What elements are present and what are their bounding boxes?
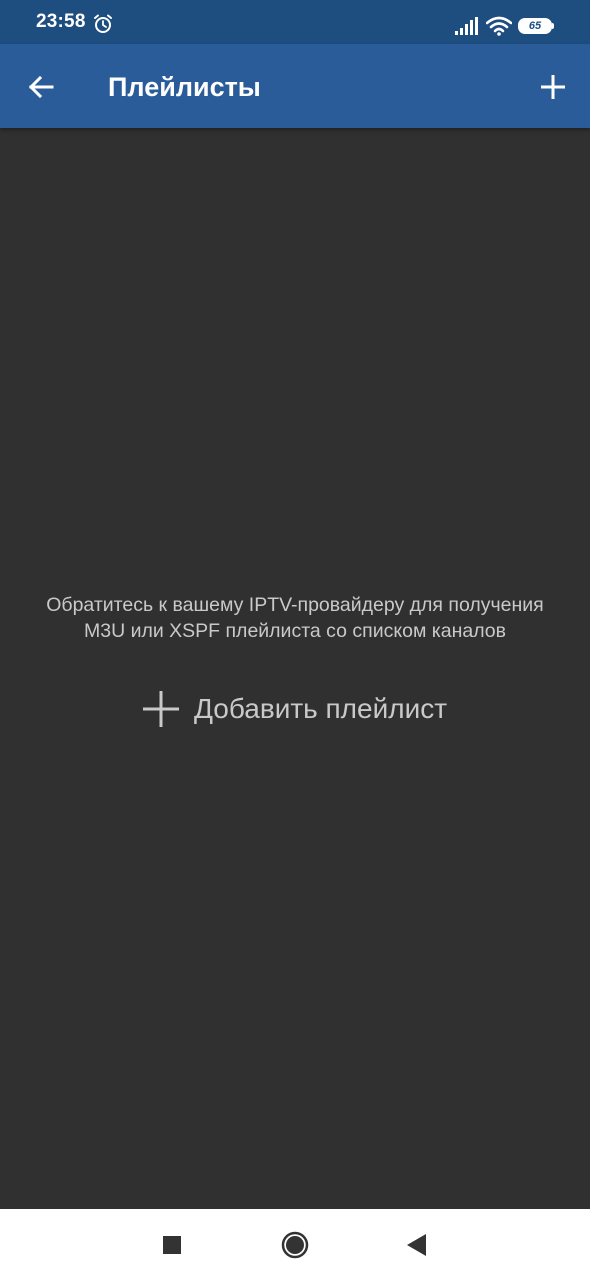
- empty-state-message: Обратитесь к вашему IPTV-провайдеру для …: [0, 592, 590, 644]
- app-bar: Плейлисты: [0, 44, 590, 128]
- status-bar: 23:58 65: [0, 0, 590, 44]
- system-nav-bar: [0, 1209, 590, 1280]
- add-playlist-toolbar-button[interactable]: [530, 64, 576, 110]
- status-time: 23:58: [36, 11, 86, 32]
- back-button[interactable]: [18, 64, 64, 110]
- plus-icon: [143, 691, 179, 727]
- page-title: Плейлисты: [108, 72, 261, 102]
- battery-icon: 65: [518, 18, 554, 34]
- arrow-left-icon: [28, 75, 54, 99]
- wifi-icon: [486, 16, 512, 36]
- empty-message-line-2: M3U или XSPF плейлиста со списком канало…: [83, 620, 506, 642]
- recents-icon[interactable]: [160, 1233, 184, 1257]
- plus-icon: [541, 75, 565, 99]
- back-triangle-icon[interactable]: [404, 1232, 428, 1258]
- add-playlist-button[interactable]: Добавить плейлист: [140, 684, 447, 734]
- screen: 23:58 65 Плейлисты Обратитесь к вашему I…: [0, 0, 590, 1280]
- signal-icon: [455, 17, 478, 35]
- battery-level: 65: [528, 20, 542, 32]
- add-playlist-label: Добавить плейлист: [194, 693, 448, 724]
- empty-message-line-1: Обратитесь к вашему IPTV-провайдеру для …: [46, 594, 544, 616]
- home-icon[interactable]: [280, 1230, 310, 1260]
- alarm-icon: [94, 14, 112, 33]
